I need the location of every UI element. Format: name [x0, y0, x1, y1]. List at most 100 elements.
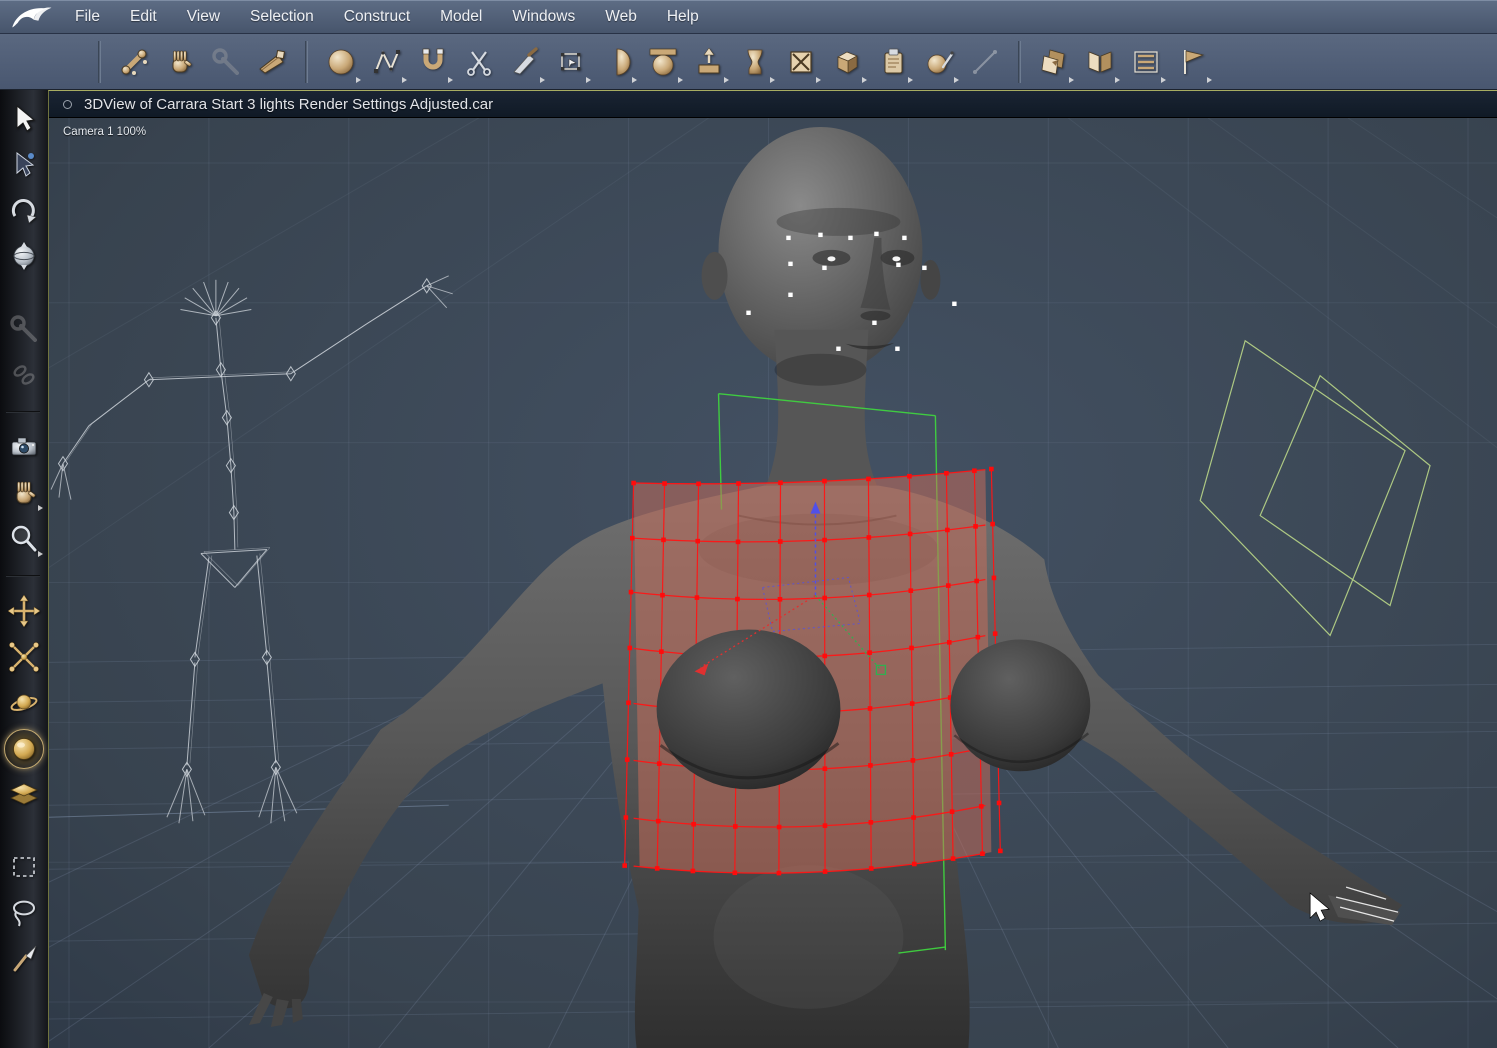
left-toolbar — [0, 90, 48, 1048]
page-flag-icon — [1184, 49, 1205, 74]
move-camera-tool[interactable] — [2, 589, 46, 633]
page-duplicate-tool[interactable] — [1031, 37, 1077, 87]
viewport-collapse-icon[interactable] — [63, 99, 72, 109]
knife-icon — [513, 46, 538, 74]
menu-item-file[interactable]: File — [60, 8, 115, 26]
extrude-icon — [698, 47, 720, 73]
magnet-icon — [422, 48, 444, 69]
sharpener-icon — [259, 49, 286, 74]
menu-item-help[interactable]: Help — [652, 8, 714, 26]
menu-item-model[interactable]: Model — [425, 8, 497, 26]
flatten-tool-flyout-icon[interactable] — [678, 76, 683, 83]
paint-brush-tool[interactable] — [2, 937, 46, 981]
half-sphere-tool-flyout-icon[interactable] — [632, 76, 637, 83]
pan-camera-tool[interactable] — [2, 635, 46, 679]
select-arrow-tool[interactable] — [2, 97, 46, 141]
menu-item-view[interactable]: View — [172, 8, 235, 26]
knife-tool[interactable] — [502, 37, 548, 87]
block-tool-flyout-icon[interactable] — [862, 76, 867, 83]
rect-selection-tool[interactable] — [548, 37, 594, 87]
toolbar-divider — [1018, 40, 1021, 83]
zoom-tool[interactable] — [2, 517, 46, 561]
hand-icon — [172, 50, 192, 72]
pan-hand-tool[interactable] — [157, 37, 203, 87]
orbit-camera-tool[interactable] — [2, 681, 46, 725]
shader-sphere-tool[interactable] — [916, 37, 962, 87]
page-duplicate-tool-flyout-icon[interactable] — [1069, 76, 1074, 83]
page-mirror-tool[interactable] — [1077, 37, 1123, 87]
lathe-tool-flyout-icon[interactable] — [770, 76, 775, 83]
joint-editor-tool[interactable] — [111, 37, 157, 87]
page-mirror-tool-flyout-icon[interactable] — [1115, 76, 1120, 83]
page-flag-tool[interactable] — [1169, 37, 1215, 87]
boolean-tool[interactable] — [778, 37, 824, 87]
sphere-primitive-tool[interactable] — [318, 37, 364, 87]
viewport-canvas[interactable]: Camera 1 100% — [49, 118, 1497, 1048]
page-mirror-icon — [1088, 50, 1112, 73]
left-toolbar-divider — [0, 280, 48, 306]
rotate-tool[interactable] — [2, 189, 46, 233]
viewport-title: 3DView of Carrara Start 3 lights Render … — [84, 95, 494, 113]
lathe-tool[interactable] — [732, 37, 778, 87]
align-tool-flyout-icon[interactable] — [1161, 76, 1166, 83]
rect-selection-tool-flyout-icon[interactable] — [586, 76, 591, 83]
sphere-primitive-tool-flyout-icon[interactable] — [356, 76, 361, 83]
spline-tool-flyout-icon[interactable] — [402, 76, 407, 83]
extrude-tool[interactable] — [686, 37, 732, 87]
gold-orbit-icon — [10, 694, 38, 711]
paint-sphere-icon — [927, 50, 954, 73]
gold-sphere-icon — [13, 738, 35, 760]
shader-sphere-tool-flyout-icon[interactable] — [954, 76, 959, 83]
menu-item-construct[interactable]: Construct — [329, 8, 425, 26]
gold-move-icon — [8, 595, 40, 627]
rect-select-icon — [561, 52, 581, 70]
lasso-tool[interactable] — [2, 891, 46, 935]
menu-item-web[interactable]: Web — [590, 8, 652, 26]
block-icon — [837, 51, 858, 74]
menu-item-selection[interactable]: Selection — [235, 8, 329, 26]
clipboard-tool[interactable] — [870, 37, 916, 87]
magnet-tool[interactable] — [410, 37, 456, 87]
half-sphere-tool[interactable] — [594, 37, 640, 87]
dolly-camera-tool[interactable] — [2, 727, 46, 771]
block-tool[interactable] — [824, 37, 870, 87]
clipboard-tool-flyout-icon[interactable] — [908, 76, 913, 83]
left-toolbar-divider — [0, 818, 48, 844]
bank-camera-tool[interactable] — [2, 773, 46, 817]
sphere-icon — [328, 49, 354, 74]
zoom-tool-flyout-icon[interactable] — [38, 551, 43, 557]
brush-icon — [13, 945, 37, 972]
spline-tool[interactable] — [364, 37, 410, 87]
top-toolbar — [0, 34, 1497, 90]
link-tool[interactable] — [2, 353, 46, 397]
wrench-tool[interactable] — [2, 307, 46, 351]
3d-scene[interactable] — [49, 118, 1497, 1048]
marquee-tool[interactable] — [2, 845, 46, 889]
direct-select-tool[interactable] — [2, 143, 46, 187]
align-tool[interactable] — [1123, 37, 1169, 87]
knife-tool-flyout-icon[interactable] — [540, 76, 545, 83]
boolean-tool-flyout-icon[interactable] — [816, 76, 821, 83]
lasso-icon — [13, 900, 35, 927]
flatten-icon — [649, 48, 677, 75]
camera-tool[interactable] — [2, 425, 46, 469]
viewport-titlebar[interactable]: 3DView of Carrara Start 3 lights Render … — [49, 91, 1497, 118]
sharpener-tool[interactable] — [249, 37, 295, 87]
trackball-tool[interactable] — [2, 235, 46, 279]
pan-tool-flyout-icon[interactable] — [38, 505, 43, 511]
wrench-tool[interactable] — [203, 37, 249, 87]
scissors-tool[interactable] — [456, 37, 502, 87]
magnet-tool-flyout-icon[interactable] — [448, 76, 453, 83]
flatten-tool[interactable] — [640, 37, 686, 87]
pan-tool[interactable] — [2, 471, 46, 515]
page-flag-tool-flyout-icon[interactable] — [1207, 76, 1212, 83]
camera-icon — [11, 437, 37, 456]
boolean-icon — [790, 50, 812, 73]
arrow-white-icon — [16, 104, 36, 132]
menu-item-windows[interactable]: Windows — [497, 8, 590, 26]
clipboard-icon — [884, 48, 903, 73]
extrude-tool-flyout-icon[interactable] — [724, 76, 729, 83]
line-tool[interactable] — [962, 37, 1008, 87]
menu-item-edit[interactable]: Edit — [115, 8, 172, 26]
hand-icon — [16, 481, 36, 504]
